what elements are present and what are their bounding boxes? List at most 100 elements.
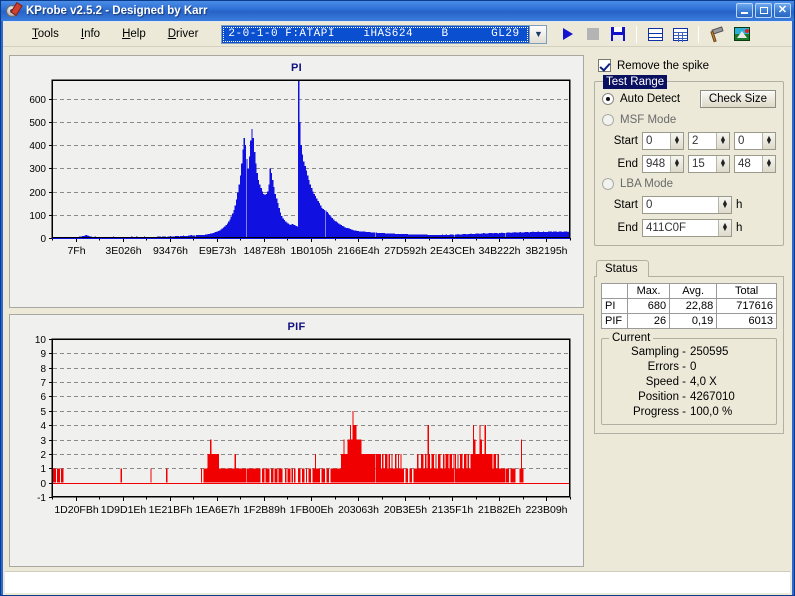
auto-detect-radio[interactable] bbox=[602, 93, 614, 105]
svg-text:8: 8 bbox=[40, 364, 46, 375]
test-range-group: Test Range Auto Detect Check Size MSF Mo… bbox=[594, 75, 784, 246]
minimize-button[interactable] bbox=[736, 3, 753, 18]
svg-text:1D20FBh: 1D20FBh bbox=[54, 504, 99, 516]
svg-text:1B0105h: 1B0105h bbox=[290, 245, 332, 257]
msf-start-seconds-stepper[interactable]: ▲▼ bbox=[688, 132, 730, 150]
svg-text:9: 9 bbox=[40, 349, 46, 360]
menu-toolbar-row: Tools Info Help Driver 2-0-1-0 F:ATAPI i… bbox=[3, 22, 792, 47]
client-area: Tools Info Help Driver 2-0-1-0 F:ATAPI i… bbox=[3, 21, 792, 595]
stepper-arrows-icon[interactable]: ▲ ▼ bbox=[718, 197, 731, 213]
svg-text:0: 0 bbox=[40, 234, 46, 245]
msf-end-frames-stepper[interactable]: ▲▼ bbox=[734, 155, 776, 173]
svg-text:E9E73h: E9E73h bbox=[199, 245, 237, 257]
lba-end-input[interactable] bbox=[643, 220, 718, 236]
svg-text:300: 300 bbox=[29, 164, 46, 175]
grid-view-button[interactable] bbox=[669, 24, 691, 45]
svg-text:3: 3 bbox=[40, 436, 46, 447]
stepper-arrows-icon[interactable]: ▲ ▼ bbox=[716, 133, 729, 149]
window-title: KProbe v2.5.2 - Designed by Karr bbox=[26, 5, 208, 17]
image-button[interactable] bbox=[731, 24, 753, 45]
pi-total-value: 717616 bbox=[716, 298, 777, 314]
lba-start-stepper[interactable]: ▲▼ bbox=[642, 196, 732, 214]
lba-start-input[interactable] bbox=[643, 197, 718, 213]
main-body: PI 0 100 200 300 400 500 600 7Fh 3E026h 93476h E9E… bbox=[3, 47, 792, 571]
svg-text:93476h: 93476h bbox=[153, 245, 188, 257]
current-sampling-value: 250595 bbox=[690, 346, 729, 358]
msf-start-minutes-stepper[interactable]: ▲▼ bbox=[642, 132, 684, 150]
msf-mode-label: MSF Mode bbox=[620, 114, 677, 126]
stepper-arrows-icon[interactable]: ▲ ▼ bbox=[762, 133, 775, 149]
svg-text:2135F1h: 2135F1h bbox=[432, 504, 474, 516]
stepper-arrows-icon[interactable]: ▲ ▼ bbox=[670, 133, 683, 149]
current-position-value: 4267010 bbox=[690, 391, 735, 403]
close-button[interactable]: ✕ bbox=[774, 3, 791, 18]
check-size-button[interactable]: Check Size bbox=[699, 90, 776, 108]
current-position-row: Position - 4267010 bbox=[608, 391, 770, 403]
pif-plot: -1 0 1 2 3 4 5 6 7 8 9 10 1D20FBh 1D9D1Eh 1E21BFh 1EA6E… bbox=[35, 335, 571, 516]
msf-end-frames-input[interactable] bbox=[735, 156, 762, 172]
current-speed-row: Speed - 4,0 X bbox=[608, 376, 770, 388]
stepper-arrows-icon[interactable]: ▲ ▼ bbox=[716, 156, 729, 172]
lba-mode-row[interactable]: LBA Mode bbox=[602, 178, 776, 190]
title-bar: KProbe v2.5.2 - Designed by Karr ✕ bbox=[1, 1, 794, 21]
drive-selected-value: 2-0-1-0 F:ATAPI iHAS624 B GL29 bbox=[222, 25, 530, 43]
charts-column: PI 0 100 200 300 400 500 600 7Fh 3E026h 93476h E9E… bbox=[9, 55, 584, 567]
msf-end-minutes-input[interactable] bbox=[643, 156, 670, 172]
lba-mode-radio[interactable] bbox=[602, 178, 614, 190]
msf-end-label: End bbox=[617, 158, 638, 170]
msf-start-frames-stepper[interactable]: ▲▼ bbox=[734, 132, 776, 150]
auto-detect-label: Auto Detect bbox=[620, 93, 681, 105]
lba-start-row: Start ▲▼ h bbox=[602, 196, 776, 214]
pif-max-value: 26 bbox=[626, 313, 671, 329]
tools-button[interactable] bbox=[706, 24, 728, 45]
stepper-arrows-icon[interactable]: ▲ ▼ bbox=[762, 156, 775, 172]
tab-status[interactable]: Status bbox=[596, 260, 649, 277]
maximize-button[interactable] bbox=[755, 3, 772, 18]
lba-end-row: End ▲▼ h bbox=[602, 219, 776, 237]
menu-item-info[interactable]: Info bbox=[70, 25, 111, 43]
save-button[interactable] bbox=[607, 24, 629, 45]
svg-text:6: 6 bbox=[40, 392, 46, 403]
svg-text:1E21BFh: 1E21BFh bbox=[149, 504, 193, 516]
msf-start-minutes-input[interactable] bbox=[643, 133, 670, 149]
lba-start-label: Start bbox=[613, 199, 638, 211]
menu-item-help[interactable]: Help bbox=[111, 25, 157, 43]
tile-windows-button[interactable] bbox=[644, 24, 666, 45]
msf-end-seconds-input[interactable] bbox=[689, 156, 716, 172]
current-progress-label: Progress - bbox=[632, 406, 686, 418]
stop-button[interactable] bbox=[582, 24, 604, 45]
test-range-title: Test Range bbox=[603, 75, 668, 89]
th-avg: Avg. bbox=[669, 283, 718, 299]
msf-mode-radio[interactable] bbox=[602, 114, 614, 126]
menu-item-driver[interactable]: Driver bbox=[157, 25, 210, 43]
svg-text:7: 7 bbox=[40, 378, 46, 389]
hammer-icon bbox=[709, 25, 725, 42]
start-button[interactable] bbox=[557, 24, 579, 45]
msf-mode-row[interactable]: MSF Mode bbox=[602, 114, 776, 126]
menu-item-tools[interactable]: Tools bbox=[21, 25, 70, 43]
svg-text:2: 2 bbox=[40, 450, 46, 461]
msf-end-seconds-stepper[interactable]: ▲▼ bbox=[688, 155, 730, 173]
svg-text:27D592h: 27D592h bbox=[384, 245, 427, 257]
svg-text:1F2B89h: 1F2B89h bbox=[243, 504, 286, 516]
msf-start-seconds-input[interactable] bbox=[689, 133, 716, 149]
stop-icon bbox=[587, 28, 600, 40]
stepper-arrows-icon[interactable]: ▲ ▼ bbox=[718, 220, 731, 236]
pi-plot: 0 100 200 300 400 500 600 7Fh 3E026h 93476h E9E73h… bbox=[29, 79, 571, 257]
toolbar-separator-1 bbox=[636, 25, 638, 43]
current-sampling-label: Sampling - bbox=[631, 346, 686, 358]
msf-end-minutes-stepper[interactable]: ▲▼ bbox=[642, 155, 684, 173]
pi-avg-value: 22,88 bbox=[669, 298, 718, 314]
current-progress-value: 100,0 % bbox=[690, 406, 733, 418]
toolbar bbox=[557, 24, 753, 45]
status-tab-body: Max. Avg. Total PI 680 22,88 717616 PIF … bbox=[594, 276, 784, 434]
current-speed-label: Speed - bbox=[645, 376, 686, 388]
drive-selector[interactable]: 2-0-1-0 F:ATAPI iHAS624 B GL29 ▼ bbox=[221, 24, 548, 44]
chevron-down-icon[interactable]: ▼ bbox=[529, 25, 547, 43]
lba-end-stepper[interactable]: ▲▼ bbox=[642, 219, 732, 237]
auto-detect-row[interactable]: Auto Detect Check Size bbox=[602, 90, 776, 108]
pif-chart-panel: PIF -1 0 1 2 3 4 5 6 7 8 9 10 1D20FBh 1D9D1Eh 1E21BFh 1… bbox=[9, 314, 584, 567]
stepper-arrows-icon[interactable]: ▲ ▼ bbox=[670, 156, 683, 172]
remove-spike-checkbox[interactable] bbox=[598, 59, 611, 72]
msf-start-frames-input[interactable] bbox=[735, 133, 762, 149]
